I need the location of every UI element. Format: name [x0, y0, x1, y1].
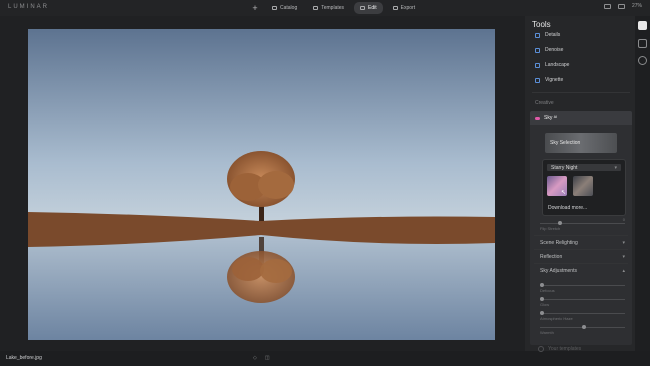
- adjustments-icon[interactable]: [638, 21, 647, 30]
- slider-knob[interactable]: [540, 283, 544, 287]
- sky-tool-card: Sky ᴬᴵ Sky Selection Starry Night ▾ ↖ Do…: [530, 111, 632, 345]
- edit-icon: [360, 6, 366, 10]
- tool-denoise[interactable]: Denoise: [535, 47, 563, 53]
- history-icon[interactable]: [638, 56, 647, 65]
- templates-circle-icon: [538, 346, 544, 352]
- sky-tool-label: Sky ᴬᴵ: [544, 115, 557, 121]
- details-icon: [535, 32, 540, 38]
- main-nav: + Catalog Templates Edit Export: [248, 2, 421, 14]
- denoise-icon: [535, 47, 540, 53]
- slider-value: 0: [622, 217, 625, 222]
- group-label: Reflection: [540, 254, 563, 260]
- group-reflection[interactable]: Reflection ▾: [540, 254, 625, 260]
- sky-tool-header[interactable]: Sky ᴬᴵ: [530, 111, 632, 125]
- export-icon: [392, 6, 398, 10]
- chevron-up-icon: ▴: [622, 268, 625, 274]
- sky-thumbnail[interactable]: ↖: [547, 176, 567, 196]
- slider-glow[interactable]: Glow: [540, 293, 625, 307]
- sky-category-select[interactable]: Starry Night ▾: [547, 164, 621, 171]
- tab-edit-label: Edit: [368, 5, 377, 11]
- chevron-down-icon: ▾: [622, 240, 625, 246]
- sky-selection-label: Sky Selection: [550, 140, 581, 146]
- slider-track[interactable]: [540, 223, 625, 224]
- chevron-down-icon: ▾: [614, 164, 617, 171]
- group-label: Sky Adjustments: [540, 268, 577, 274]
- top-bar: LUMINAR + Catalog Templates Edit Export …: [0, 0, 650, 16]
- photo-preview[interactable]: [28, 29, 495, 340]
- cursor-icon: ↖: [560, 190, 566, 196]
- side-rail: [635, 16, 650, 351]
- divider: [534, 263, 628, 264]
- slider-flip-stretch[interactable]: Flip Stretch 0: [540, 217, 625, 231]
- sky-selection-dropdown[interactable]: Sky Selection: [545, 133, 617, 153]
- tab-catalog[interactable]: Catalog: [266, 2, 303, 14]
- slider-track[interactable]: [540, 285, 625, 286]
- slider-knob[interactable]: [540, 311, 544, 315]
- download-more-link[interactable]: Download more...: [548, 205, 587, 211]
- app-logo: LUMINAR: [8, 4, 50, 10]
- slider-track[interactable]: [540, 313, 625, 314]
- slider-warmth[interactable]: Warmth: [540, 321, 625, 335]
- group-scene-relighting[interactable]: Scene Relighting ▾: [540, 240, 625, 246]
- compare-icon[interactable]: [603, 3, 611, 9]
- tab-export[interactable]: Export: [387, 2, 421, 14]
- slider-defocus[interactable]: Defocus: [540, 279, 625, 293]
- sky-thumbnail[interactable]: [573, 176, 593, 196]
- divider: [534, 249, 628, 250]
- vignette-icon: [535, 77, 540, 83]
- brush-icon[interactable]: [638, 39, 647, 48]
- your-templates[interactable]: Your templates: [538, 346, 581, 352]
- sky-selection-popup: Starry Night ▾ ↖ Download more...: [542, 159, 626, 216]
- zoom-level[interactable]: 27%: [632, 3, 642, 9]
- panel-title: Tools: [532, 20, 551, 29]
- bottom-toolbar: ◇ ◫: [253, 355, 270, 361]
- slider-label: Warmth: [540, 330, 554, 335]
- group-label: Scene Relighting: [540, 240, 578, 246]
- slider-knob[interactable]: [558, 221, 562, 225]
- tool-landscape[interactable]: Landscape: [535, 62, 569, 68]
- tools-panel: Tools Details Denoise Landscape Vignette…: [525, 16, 635, 352]
- slider-knob[interactable]: [582, 325, 586, 329]
- slider-knob[interactable]: [540, 297, 544, 301]
- compare-split-icon[interactable]: ◫: [265, 355, 270, 361]
- slider-label: Flip Stretch: [540, 226, 561, 231]
- rotate-icon[interactable]: ◇: [253, 355, 257, 361]
- tab-edit[interactable]: Edit: [354, 2, 383, 14]
- landscape-icon: [535, 62, 540, 68]
- image-canvas: [0, 16, 525, 351]
- tool-vignette[interactable]: Vignette: [535, 77, 563, 83]
- slider-track[interactable]: [540, 299, 625, 300]
- templates-icon: [313, 6, 319, 10]
- tool-details-label: Details: [545, 32, 561, 38]
- catalog-icon: [272, 6, 277, 10]
- slider-atmospheric-haze[interactable]: Atmospheric Haze: [540, 307, 625, 321]
- tab-export-label: Export: [400, 5, 416, 11]
- tab-templates[interactable]: Templates: [307, 2, 350, 14]
- tool-landscape-label: Landscape: [545, 62, 570, 68]
- tool-denoise-label: Denoise: [545, 47, 564, 53]
- templates-label: Your templates: [548, 346, 582, 352]
- tab-templates-label: Templates: [321, 5, 345, 11]
- tool-details[interactable]: Details: [535, 32, 560, 38]
- divider: [532, 92, 630, 93]
- tab-catalog-label: Catalog: [280, 5, 298, 11]
- landscape-image: [28, 29, 495, 340]
- chevron-down-icon: ▾: [622, 254, 625, 260]
- sky-category-value: Starry Night: [551, 164, 578, 171]
- view-icon[interactable]: [617, 3, 625, 9]
- divider: [534, 235, 628, 236]
- tool-vignette-label: Vignette: [545, 77, 564, 83]
- file-name: Lake_before.jpg: [6, 355, 42, 361]
- group-sky-adjustments[interactable]: Sky Adjustments ▴: [540, 268, 625, 274]
- sky-icon: [535, 116, 540, 120]
- section-creative: Creative: [535, 100, 554, 106]
- top-right-controls: 27%: [603, 3, 642, 9]
- add-button[interactable]: +: [248, 3, 262, 13]
